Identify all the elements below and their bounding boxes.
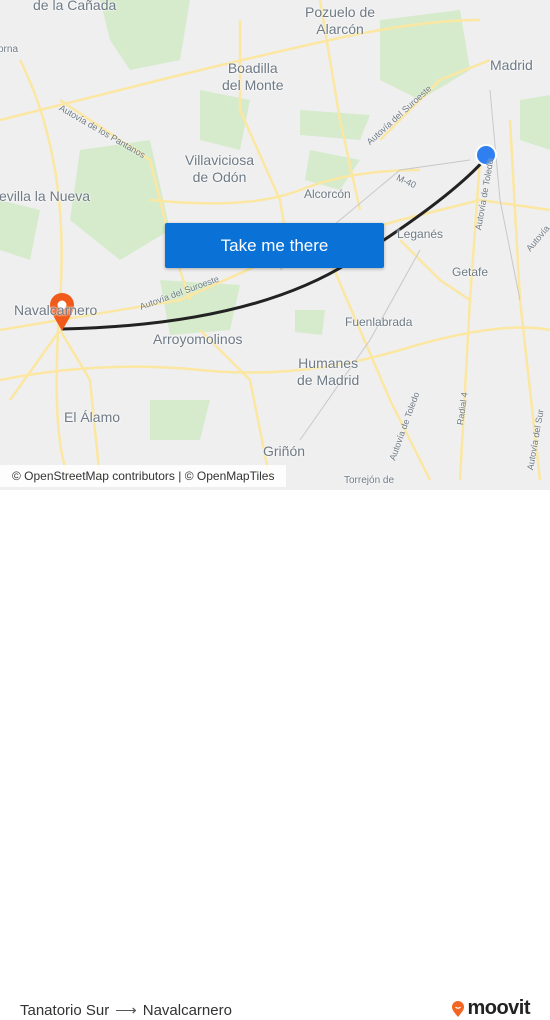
destination-name: Navalcarnero (142, 1001, 232, 1019)
place-label: Getafe (452, 265, 489, 279)
map-attribution[interactable]: © OpenStreetMap contributors | © OpenMap… (0, 465, 287, 487)
place-label: Humanes de Madrid (297, 355, 360, 388)
moovit-pin-icon (452, 1000, 465, 1017)
place-label: Griñón (263, 443, 306, 459)
place-label: Navalcarnero (14, 302, 98, 318)
place-label: Boadilla del Monte (222, 60, 284, 93)
moovit-logo: moovit (451, 997, 530, 1020)
place-label: El Álamo (64, 409, 121, 425)
origin-name: Tanatorio Sur (20, 1001, 110, 1019)
place-label: de la Cañada (33, 0, 117, 13)
place-label: Villaviciosa de Odón (185, 152, 254, 185)
route-summary: Tanatorio Sur ⟶ Navalcarnero (20, 1001, 232, 1020)
place-label: Pozuelo de Alarcón (305, 4, 376, 37)
place-label: Madrid (490, 57, 533, 73)
place-label: Alcorcón (304, 187, 351, 201)
footer-bar: Tanatorio Sur ⟶ Navalcarnero moovit (0, 490, 550, 1019)
place-label: evilla la Nueva (0, 188, 91, 204)
arrow-right-icon: ⟶ (115, 1002, 137, 1019)
place-label: Leganés (397, 227, 444, 241)
take-me-there-button[interactable]: Take me there (165, 223, 384, 268)
place-label: orna (0, 44, 19, 55)
place-label: Arroyomolinos (153, 331, 243, 347)
place-label: Torrejón de (344, 475, 395, 486)
map[interactable]: de la Cañada Pozuelo de Alarcón Madrid B… (0, 0, 550, 490)
place-label: Fuenlabrada (345, 315, 413, 329)
